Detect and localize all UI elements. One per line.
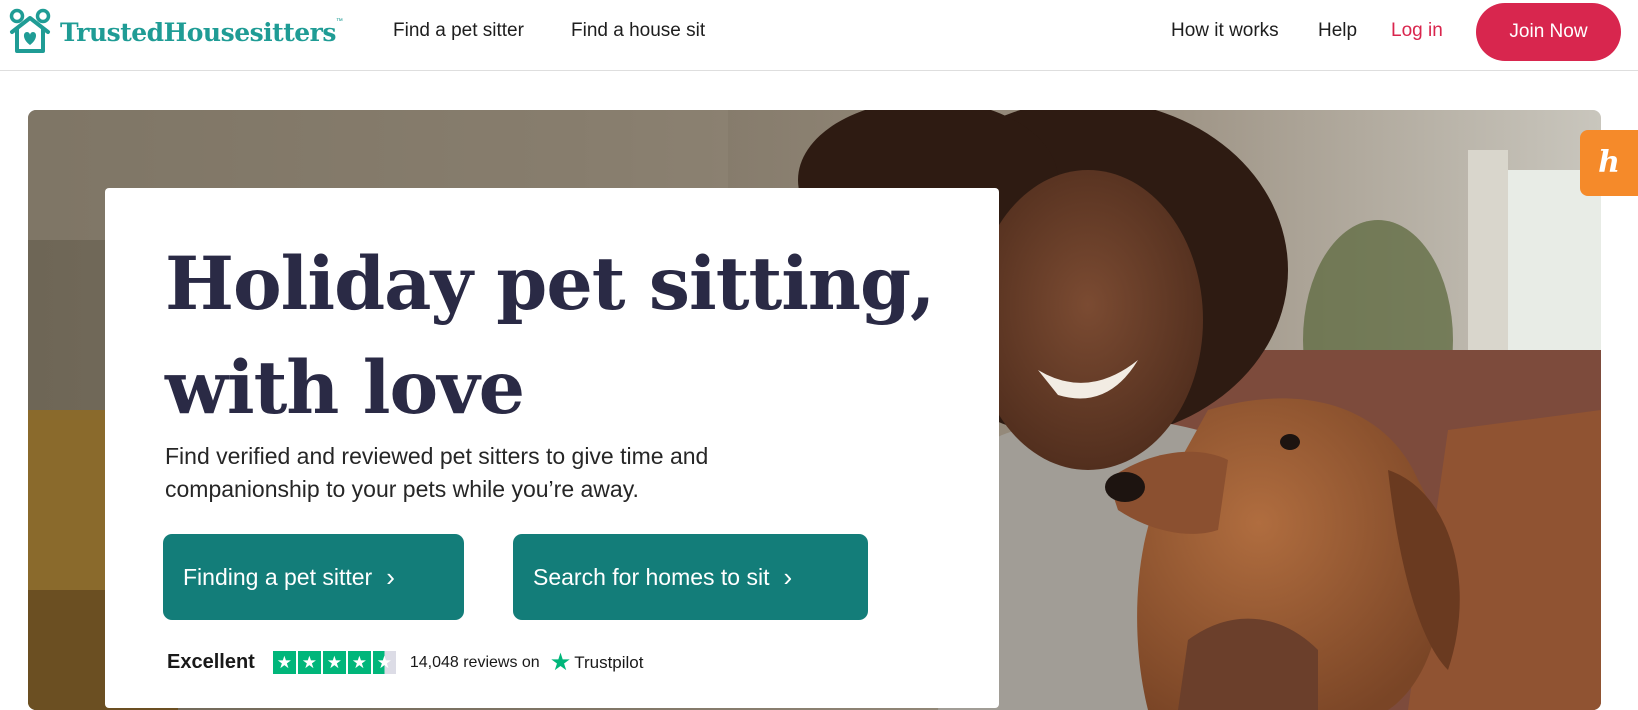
hero-subtitle: Find verified and reviewed pet sitters t… (165, 443, 709, 502)
chevron-right-icon: › (386, 562, 395, 592)
star-icon: ★ (272, 651, 296, 674)
hero-card: Holiday pet sitting, with love Find veri… (105, 188, 999, 708)
finding-pet-sitter-button[interactable]: Finding a pet sitter › (163, 534, 464, 620)
star-icon: ★ (322, 651, 346, 674)
cta-label: Finding a pet sitter (183, 563, 373, 590)
trustpilot-widget[interactable]: Excellent ★ ★ ★ ★ ★ 14,048 reviews on ★ … (167, 648, 643, 677)
chevron-right-icon: › (783, 562, 793, 592)
star-rating: ★ ★ ★ ★ ★ (272, 651, 398, 674)
hero-title: Holiday pet sitting, with love (165, 241, 935, 431)
logo-trademark: ™ (335, 18, 343, 25)
nav-find-pet-sitter[interactable]: Find a pet sitter (393, 20, 524, 42)
brand-logo[interactable]: TrustedHousesitters ™ (8, 8, 343, 54)
trustpilot-brand: Trustpilot (574, 652, 644, 672)
trustpilot-star-icon: ★ (549, 649, 572, 676)
honey-widget-button[interactable]: h (1580, 130, 1638, 196)
cta-label: Search for homes to sit (533, 563, 770, 590)
logo-wordmark: TrustedHousesitters (60, 17, 336, 47)
rating-label: Excellent (167, 651, 255, 673)
house-logo-icon (9, 8, 51, 53)
site-header: TrustedHousesitters ™ Find a pet sitter … (0, 0, 1638, 71)
review-count: 14,048 reviews on (409, 653, 540, 671)
nav-find-house-sit[interactable]: Find a house sit (571, 20, 705, 42)
star-icon: ★ (347, 651, 371, 674)
nav-login[interactable]: Log in (1391, 20, 1443, 42)
join-now-button[interactable]: Join Now (1476, 3, 1621, 61)
nav-how-it-works[interactable]: How it works (1171, 20, 1279, 42)
nav-help[interactable]: Help (1318, 20, 1357, 42)
search-homes-button[interactable]: Search for homes to sit › (513, 534, 868, 620)
star-icon: ★ (372, 651, 396, 674)
star-icon: ★ (297, 651, 321, 674)
